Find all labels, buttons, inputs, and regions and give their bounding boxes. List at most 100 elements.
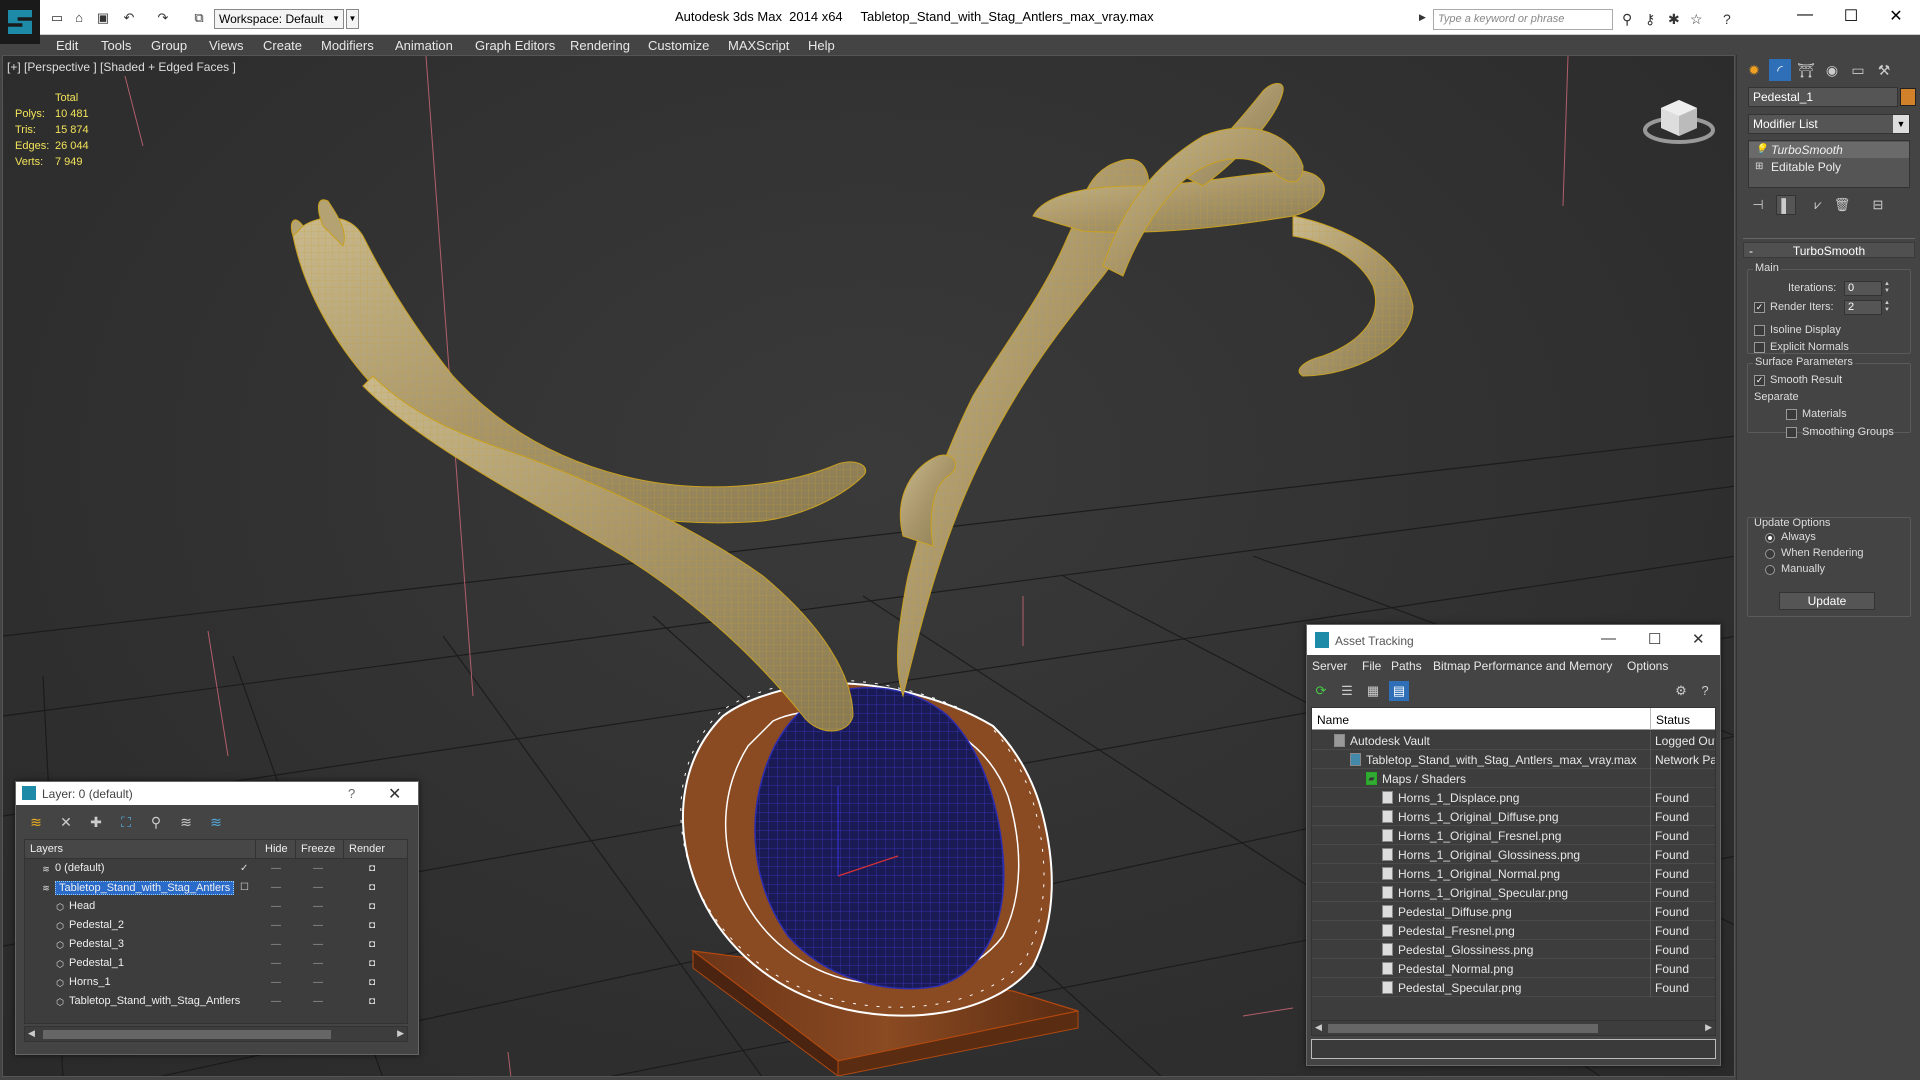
layer-row-name[interactable]: Pedestal_1: [69, 957, 124, 969]
viewcube-icon[interactable]: [1643, 86, 1715, 146]
search-expand-icon[interactable]: ▶: [1419, 12, 1426, 23]
spinner-arrows-icon[interactable]: ▲ ▼: [1883, 300, 1891, 315]
layer-row[interactable]: ≋ 0 (default) ✓ — — ◘: [25, 860, 407, 879]
menu-paths[interactable]: Paths: [1391, 659, 1422, 673]
column-name[interactable]: Name: [1317, 713, 1349, 727]
display-icon[interactable]: ▭: [1847, 59, 1869, 81]
hide-toggle-icon[interactable]: —: [271, 882, 281, 893]
freeze-toggle-icon[interactable]: —: [313, 939, 323, 950]
menu-tools[interactable]: Tools: [101, 38, 131, 53]
hierarchy-icon[interactable]: ⛩: [1795, 59, 1817, 81]
maximize-icon[interactable]: ☐: [1648, 630, 1661, 648]
asset-horizontal-scrollbar[interactable]: ◀ ▶: [1311, 1020, 1716, 1036]
asset-tracking-titlebar[interactable]: Asset Tracking — ☐ ✕: [1307, 625, 1720, 655]
layer-row[interactable]: ⬡ Pedestal_3 — — ◘: [25, 936, 407, 955]
freeze-toggle-icon[interactable]: —: [313, 996, 323, 1007]
layer-row[interactable]: ⬡ Pedestal_2 — — ◘: [25, 917, 407, 936]
asset-row[interactable]: Pedestal_Diffuse.png Found: [1312, 902, 1715, 921]
minimize-icon[interactable]: —: [1601, 630, 1616, 647]
asset-row[interactable]: Horns_1_Original_Glossiness.png Found: [1312, 845, 1715, 864]
menu-modifiers[interactable]: Modifiers: [321, 38, 374, 53]
iterations-spinner[interactable]: 0: [1844, 281, 1882, 296]
menu-rendering[interactable]: Rendering: [570, 38, 630, 53]
workspace-menu-button[interactable]: ▼: [346, 9, 359, 29]
asset-row[interactable]: Horns_1_Displace.png Found: [1312, 788, 1715, 807]
pin-stack-icon[interactable]: ⊣: [1748, 195, 1768, 215]
maximize-icon[interactable]: ☐: [1841, 6, 1861, 26]
set-active-box-icon[interactable]: ☐: [240, 882, 249, 893]
layer-row[interactable]: ⬡ Pedestal_1 — — ◘: [25, 955, 407, 974]
hide-toggle-icon[interactable]: —: [271, 920, 281, 931]
add-to-layer-icon[interactable]: ✚: [86, 812, 106, 832]
create-layer-icon[interactable]: ≋: [26, 812, 46, 832]
remove-modifier-icon[interactable]: 🗑: [1832, 195, 1852, 215]
asset-row[interactable]: Autodesk Vault Logged Out: [1312, 731, 1715, 750]
hide-toggle-icon[interactable]: —: [271, 939, 281, 950]
menu-views[interactable]: Views: [209, 38, 243, 53]
render-iters-checkbox[interactable]: ✓: [1754, 302, 1765, 313]
select-objects-icon[interactable]: ⛶: [116, 812, 136, 832]
star-network-icon[interactable]: ✱: [1668, 11, 1680, 28]
layer-row[interactable]: ⬡ Head — — ◘: [25, 898, 407, 917]
asset-row[interactable]: ▰ Maps / Shaders: [1312, 769, 1715, 788]
menu-maxscript[interactable]: MAXScript: [728, 38, 789, 53]
binoculars-icon[interactable]: ⚲: [1622, 11, 1632, 28]
update-button[interactable]: Update: [1779, 592, 1875, 610]
scrollbar-thumb[interactable]: [1328, 1024, 1598, 1033]
freeze-toggle-icon[interactable]: —: [313, 863, 323, 874]
active-layer-check-icon[interactable]: ✓: [240, 863, 248, 874]
hide-toggle-icon[interactable]: —: [271, 901, 281, 912]
undo-icon[interactable]: ↶: [122, 11, 136, 24]
render-teapot-icon[interactable]: ◘: [369, 977, 375, 988]
smoothing-groups-checkbox[interactable]: [1786, 427, 1797, 438]
render-teapot-icon[interactable]: ◘: [369, 939, 375, 950]
render-teapot-icon[interactable]: ◘: [369, 901, 375, 912]
asset-row[interactable]: Pedestal_Normal.png Found: [1312, 959, 1715, 978]
explicit-normals-checkbox[interactable]: [1754, 342, 1765, 353]
configure-sets-icon[interactable]: ⊟: [1868, 195, 1888, 215]
menu-animation[interactable]: Animation: [395, 38, 453, 53]
freeze-toggle-icon[interactable]: —: [313, 901, 323, 912]
scroll-left-icon[interactable]: ◀: [1315, 1022, 1322, 1033]
stack-item-editable-poly[interactable]: ⊞ Editable Poly: [1749, 159, 1909, 175]
layer-row-name[interactable]: Tabletop_Stand_with_Stag_Antlers: [55, 881, 235, 895]
close-icon[interactable]: ✕: [388, 784, 401, 804]
menu-file[interactable]: File: [1362, 659, 1381, 673]
layer-horizontal-scrollbar[interactable]: ◀ ▶: [24, 1026, 408, 1042]
column-status[interactable]: Status: [1656, 713, 1690, 727]
spinner-arrows-icon[interactable]: ▲ ▼: [1883, 281, 1891, 296]
rollout-header[interactable]: - TurboSmooth: [1743, 242, 1915, 258]
object-name-field[interactable]: Pedestal_1: [1748, 87, 1898, 107]
workspace-dropdown[interactable]: Workspace: Default ▼: [214, 9, 344, 29]
asset-help-icon[interactable]: ?: [1695, 681, 1715, 701]
asset-row[interactable]: Horns_1_Original_Fresnel.png Found: [1312, 826, 1715, 845]
layer-row-name[interactable]: 0 (default): [55, 862, 105, 874]
freeze-toggle-icon[interactable]: —: [313, 958, 323, 969]
render-teapot-icon[interactable]: ◘: [369, 863, 375, 874]
stack-item-turbosmooth[interactable]: 💡 TurboSmooth: [1749, 142, 1909, 158]
minimize-icon[interactable]: —: [1795, 6, 1815, 24]
layer-row-name[interactable]: Head: [69, 900, 95, 912]
render-teapot-icon[interactable]: ◘: [369, 920, 375, 931]
list-view-icon[interactable]: ☰: [1337, 681, 1357, 701]
column-layers[interactable]: Layers: [30, 843, 63, 855]
app-logo-button[interactable]: [0, 0, 40, 44]
scroll-left-icon[interactable]: ◀: [28, 1028, 35, 1039]
close-icon[interactable]: ✕: [1692, 630, 1705, 648]
close-icon[interactable]: ✕: [1886, 6, 1906, 26]
create-icon[interactable]: ✹: [1743, 59, 1765, 81]
highlight-editable-icon[interactable]: ⚙: [1671, 681, 1691, 701]
hide-toggle-icon[interactable]: —: [271, 996, 281, 1007]
layer-row-name[interactable]: Pedestal_3: [69, 938, 124, 950]
key-icon[interactable]: ⚷: [1645, 11, 1655, 28]
save-icon[interactable]: ▣: [96, 11, 110, 24]
layer-row[interactable]: ⬡ Horns_1 — — ◘: [25, 974, 407, 993]
object-color-swatch[interactable]: [1900, 88, 1916, 106]
search-input[interactable]: Type a keyword or phrase: [1433, 9, 1613, 30]
menu-graph-editors[interactable]: Graph Editors: [475, 38, 555, 53]
motion-icon[interactable]: ◉: [1821, 59, 1843, 81]
asset-row[interactable]: Horns_1_Original_Specular.png Found: [1312, 883, 1715, 902]
asset-path-field[interactable]: [1311, 1039, 1716, 1059]
project-icon[interactable]: ⧉: [192, 11, 206, 24]
menu-edit[interactable]: Edit: [56, 38, 78, 53]
